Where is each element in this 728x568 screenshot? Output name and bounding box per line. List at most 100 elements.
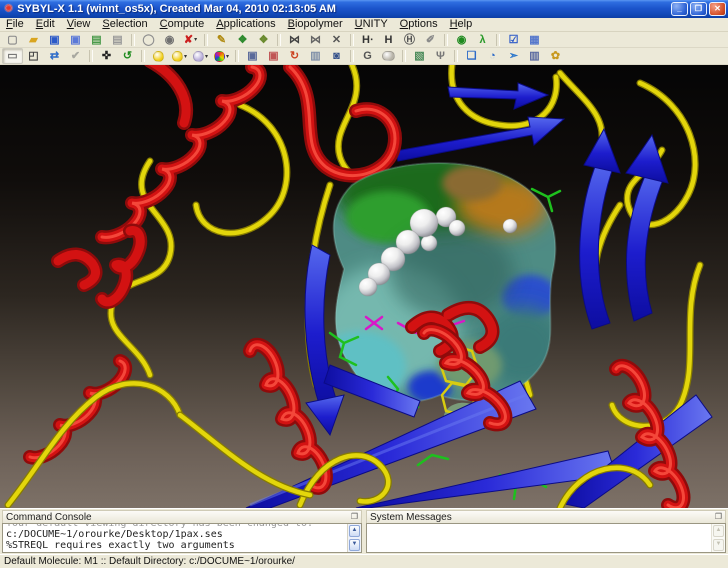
run-script-button[interactable]: λ — [472, 32, 493, 48]
windows-manager-icon: ❏ — [467, 50, 477, 62]
view-molecule-button[interactable]: ❖ — [232, 32, 253, 48]
render-sphere-button[interactable]: ◙ — [326, 48, 347, 64]
spreadsheet-button[interactable]: ▦ — [524, 32, 545, 48]
color-palette-button[interactable]: ▾ — [211, 48, 232, 64]
system-messages-body[interactable]: ▲ ▼ — [366, 523, 726, 553]
menu-unity[interactable]: UNITY — [349, 18, 394, 31]
console-scrollbar[interactable]: ▲ ▼ — [347, 524, 361, 552]
toolbar-separator — [350, 50, 354, 62]
status-text: Default Molecule: M1 :: Default Director… — [4, 556, 295, 567]
menu-options[interactable]: Options — [394, 18, 444, 31]
center-view-button[interactable]: ↺ — [117, 48, 138, 64]
light-on-button[interactable]: ▾ — [169, 48, 190, 64]
edit-molecule-button[interactable]: ❖ — [253, 32, 274, 48]
menu-edit[interactable]: Edit — [30, 18, 61, 31]
molecule-display-button[interactable]: ▥ — [524, 48, 545, 64]
menu-biopolymer[interactable]: Biopolymer — [282, 18, 349, 31]
split-fragments-icon: ⋈ — [310, 34, 321, 46]
menu-help[interactable]: Help — [444, 18, 479, 31]
delete-button[interactable]: ✘▾ — [180, 32, 201, 48]
sketch-molecule-button[interactable]: ✎ — [211, 32, 232, 48]
menu-view[interactable]: View — [61, 18, 97, 31]
rotate-view-icon: ↻ — [290, 50, 299, 62]
refresh-view-icon: ⇄ — [50, 50, 59, 62]
dropdown-arrow-icon: ▾ — [184, 53, 187, 60]
spreadsheet-icon: ▦ — [529, 34, 539, 46]
scroll-up-icon[interactable]: ▲ — [349, 525, 360, 537]
zoom-region-button[interactable]: ▣ — [242, 48, 263, 64]
save-button[interactable]: ▣ — [44, 32, 65, 48]
clear-region-icon: ▣ — [268, 50, 278, 62]
panel-preferences-button[interactable]: ▧ — [409, 48, 430, 64]
import-file-icon: ▤ — [91, 34, 101, 46]
import-file-button[interactable]: ▤ — [86, 32, 107, 48]
dock-panel-icon[interactable]: ❐ — [351, 512, 358, 522]
display-properties-button[interactable]: ▥ — [305, 48, 326, 64]
rotate-view-button[interactable]: ↻ — [284, 48, 305, 64]
key-tool-button[interactable]: ✐ — [420, 32, 441, 48]
translate-view-button[interactable]: ✜ — [96, 48, 117, 64]
panel-preferences-icon: ▧ — [414, 50, 424, 62]
restore-button[interactable]: ❐ — [690, 2, 707, 16]
new-file-button[interactable]: ▢ — [2, 32, 23, 48]
minimize-energy-button[interactable]: ◉ — [451, 32, 472, 48]
viewport-3d[interactable]: .r1{fill:none;stroke:#8f0b0b;stroke-widt… — [0, 65, 728, 508]
molecule-scene: .r1{fill:none;stroke:#8f0b0b;stroke-widt… — [0, 65, 728, 508]
open-file-button[interactable]: ▰ — [23, 32, 44, 48]
add-hydrogens-icon: H∙ — [362, 34, 373, 46]
scroll-down-icon[interactable]: ▼ — [349, 539, 360, 551]
clear-region-button[interactable]: ▣ — [263, 48, 284, 64]
add-light-button[interactable] — [148, 48, 169, 64]
command-console-header: Command Console ❐ — [2, 510, 362, 523]
delete-icon: ✘ — [184, 34, 193, 46]
title-bar: ✺ SYBYL-X 1.1 (winnt_os5x), Created Mar … — [0, 0, 728, 18]
mouse-settings-button[interactable] — [378, 48, 399, 64]
screen-display-button[interactable]: ▭ — [2, 48, 23, 64]
system-messages-panel: System Messages ❐ ▲ ▼ — [366, 510, 726, 553]
undo-button[interactable]: ◯ — [138, 32, 159, 48]
show-hydrogens-button[interactable]: H — [378, 32, 399, 48]
join-fragments-button[interactable]: ⋈ — [284, 32, 305, 48]
dock-panel-icon[interactable]: ❐ — [715, 512, 722, 522]
minimize-button[interactable]: _ — [671, 2, 688, 16]
split-fragments-button[interactable]: ⋈ — [305, 32, 326, 48]
apply-changes-button[interactable]: ✔ — [65, 48, 86, 64]
save-as-icon: ▣ — [70, 34, 80, 46]
console-line: c:/DOCUME~1/orourke/Desktop/1pax.ses — [6, 529, 347, 540]
menu-bar: FileEditViewSelectionComputeApplications… — [0, 18, 728, 32]
remove-bond-button[interactable]: ✕ — [326, 32, 347, 48]
status-bar: Default Molecule: M1 :: Default Director… — [0, 554, 728, 568]
bottom-dock: Command Console ❐ Your default viewing d… — [0, 508, 728, 554]
refresh-view-button[interactable]: ⇄ — [44, 48, 65, 64]
session-timer-button[interactable]: ◔ — [482, 48, 503, 64]
toggle-hydrogens-icon: Ⓗ — [404, 34, 415, 46]
system-messages-title: System Messages — [370, 512, 452, 523]
save-as-button[interactable]: ▣ — [65, 32, 86, 48]
add-hydrogens-button[interactable]: H∙ — [357, 32, 378, 48]
close-button[interactable]: ✕ — [709, 2, 726, 16]
windows-manager-button[interactable]: ❏ — [461, 48, 482, 64]
license-seal-button[interactable]: ✿ — [545, 48, 566, 64]
menu-compute[interactable]: Compute — [154, 18, 211, 31]
key-tool-icon: ✐ — [426, 34, 435, 46]
snapshot-camera-button[interactable]: ◉ — [159, 32, 180, 48]
light-off-button[interactable]: ▾ — [190, 48, 211, 64]
toggle-hydrogens-button[interactable]: Ⓗ — [399, 32, 420, 48]
menu-selection[interactable]: Selection — [96, 18, 153, 31]
network-antenna-button[interactable]: Ψ — [430, 48, 451, 64]
command-console-panel: Command Console ❐ Your default viewing d… — [2, 510, 362, 553]
fit-view-button[interactable]: ◰ — [23, 48, 44, 64]
gravity-tool-button[interactable]: G — [357, 48, 378, 64]
toolbar-separator — [235, 50, 239, 62]
command-console-body[interactable]: Your default viewing directory has been … — [2, 523, 362, 553]
pointer-tool-button[interactable]: ➣ — [503, 48, 524, 64]
menu-applications[interactable]: Applications — [210, 18, 281, 31]
show-hydrogens-icon: H — [385, 34, 393, 46]
menu-file[interactable]: File — [0, 18, 30, 31]
toolbar-separator — [89, 50, 93, 62]
spreadsheet-check-button[interactable]: ☑ — [503, 32, 524, 48]
pointer-tool-icon: ➣ — [509, 50, 518, 62]
export-file-button[interactable]: ▤ — [107, 32, 128, 48]
console-output[interactable]: Your default viewing directory has been … — [3, 524, 347, 552]
center-view-icon: ↺ — [123, 50, 132, 62]
